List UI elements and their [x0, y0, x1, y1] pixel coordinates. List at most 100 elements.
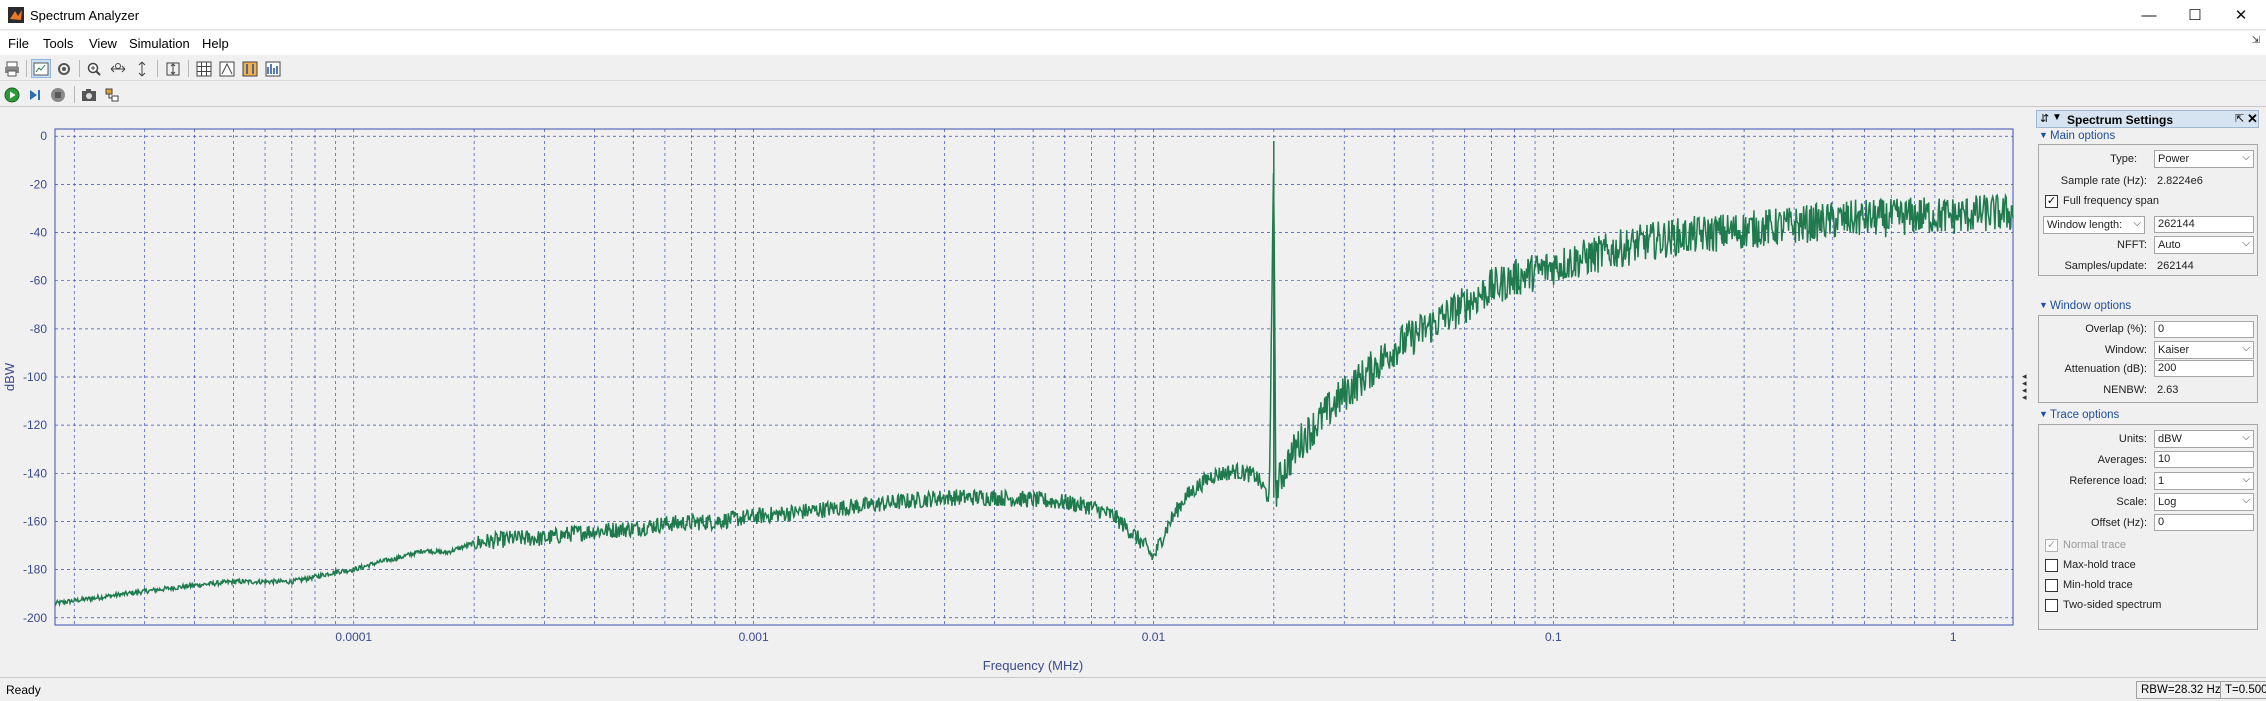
- overlap-input[interactable]: 0: [2154, 321, 2254, 338]
- matlab-icon: [8, 7, 24, 23]
- trace-options-box: Units: dBW ⌵ Averages: 10 Reference load:…: [2038, 424, 2258, 630]
- minhold-trace-label: Min-hold trace: [2063, 579, 2133, 591]
- main-toolbar: [0, 56, 2266, 81]
- grid-icon[interactable]: [194, 59, 214, 78]
- two-sided-checkbox[interactable]: [2045, 599, 2058, 612]
- peak-finder-icon[interactable]: [217, 59, 237, 78]
- panel-close-icon[interactable]: ✕: [2247, 111, 2258, 127]
- cursor-measurements-icon[interactable]: [240, 59, 260, 78]
- offset-label: Offset (Hz):: [2090, 517, 2147, 529]
- y-tick-label: -20: [30, 177, 48, 191]
- main-options-box: Type: Power ⌵ Sample rate (Hz): 2.8224e6 …: [2038, 144, 2258, 276]
- x-tick-labels: 0.0001 0.001 0.01 0.1 1: [335, 630, 1956, 644]
- settings-title: Spectrum Settings: [2067, 113, 2174, 127]
- scale-label: Scale:: [2116, 496, 2147, 508]
- time-readout: T=0.500: [2220, 681, 2266, 699]
- window-options-box: Overlap (%): 0 Window: Kaiser ⌵ Attenuati…: [2038, 315, 2258, 403]
- maximize-button[interactable]: ☐: [2172, 0, 2218, 30]
- window-label: Window:: [2104, 344, 2147, 356]
- window-select[interactable]: Kaiser ⌵: [2154, 341, 2254, 359]
- two-sided-label: Two-sided spectrum: [2063, 599, 2162, 611]
- minimize-button[interactable]: —: [2126, 0, 2172, 30]
- highlight-block-icon[interactable]: [102, 85, 122, 104]
- normal-trace-label: Normal trace: [2063, 539, 2126, 551]
- status-text: Ready: [6, 683, 41, 697]
- snapshot-icon[interactable]: [79, 85, 99, 104]
- chevron-down-icon: ⌵: [2242, 432, 2250, 443]
- title-bar: Spectrum Analyzer — ☐ ✕: [0, 0, 2266, 30]
- attenuation-input[interactable]: 200: [2154, 360, 2254, 377]
- scale-select[interactable]: Log ⌵: [2154, 493, 2254, 511]
- scale-axes-icon[interactable]: [163, 59, 183, 78]
- type-select[interactable]: Power ⌵: [2154, 150, 2254, 168]
- stop-icon[interactable]: [48, 85, 68, 104]
- y-tick-label: -160: [23, 514, 47, 528]
- spectrum-view-icon[interactable]: [31, 59, 51, 78]
- window-length-input[interactable]: 262144: [2154, 216, 2254, 233]
- chevron-down-icon: ⌵: [2133, 218, 2141, 229]
- simulation-toolbar: [0, 82, 2266, 107]
- step-forward-icon[interactable]: [25, 85, 45, 104]
- settings-icon[interactable]: [54, 59, 74, 78]
- samples-value: 262144: [2157, 260, 2194, 272]
- nenbw-value: 2.63: [2157, 384, 2179, 396]
- y-tick-label: -80: [30, 322, 48, 336]
- full-span-label: Full frequency span: [2063, 195, 2159, 207]
- menu-simulation[interactable]: Simulation: [129, 36, 190, 51]
- menu-view[interactable]: View: [89, 36, 117, 51]
- offset-input[interactable]: 0: [2154, 514, 2254, 531]
- menu-tools[interactable]: Tools: [43, 36, 73, 51]
- overlap-label: Overlap (%):: [2085, 323, 2147, 335]
- section-arrow-icon: ▼: [2039, 300, 2048, 310]
- zoom-in-icon[interactable]: [84, 59, 104, 78]
- x-tick-label: 1: [1950, 630, 1957, 644]
- nenbw-label: NENBW:: [2103, 384, 2147, 396]
- maxhold-trace-checkbox[interactable]: [2045, 559, 2058, 572]
- chevron-down-icon: ⌵: [2242, 495, 2250, 506]
- undock-icon[interactable]: ⇱: [2235, 112, 2244, 125]
- y-tick-label: 0: [40, 129, 47, 143]
- x-axis-label: Frequency (MHz): [983, 658, 1083, 673]
- collapse-all-icon[interactable]: ⇵: [2040, 112, 2049, 125]
- attenuation-label: Attenuation (dB):: [2064, 363, 2147, 375]
- zoom-x-icon[interactable]: [108, 59, 128, 78]
- sample-rate-label: Sample rate (Hz):: [2060, 175, 2147, 187]
- y-tick-label: -40: [30, 226, 48, 240]
- maxhold-trace-label: Max-hold trace: [2063, 559, 2136, 571]
- window-length-select[interactable]: Window length: ⌵: [2043, 216, 2145, 234]
- samples-label: Samples/update:: [2064, 260, 2147, 272]
- menu-help[interactable]: Help: [202, 36, 229, 51]
- zoom-y-icon[interactable]: [132, 59, 152, 78]
- reference-load-select[interactable]: 1 ⌵: [2154, 472, 2254, 490]
- rbw-readout: RBW=28.32 Hz: [2136, 681, 2226, 699]
- y-tick-label: -200: [23, 611, 47, 625]
- menu-file[interactable]: File: [8, 36, 29, 51]
- chevron-down-icon: ⌵: [2242, 474, 2250, 485]
- header-arrow-icon[interactable]: ▼: [2052, 112, 2062, 123]
- section-arrow-icon: ▼: [2039, 409, 2048, 419]
- units-select[interactable]: dBW ⌵: [2154, 430, 2254, 448]
- run-icon[interactable]: [2, 85, 22, 104]
- spectrum-settings-panel: ⇵ ▼ Spectrum Settings ⇱ ✕ ▼ Main options…: [2032, 108, 2266, 676]
- type-label: Type:: [2110, 153, 2137, 165]
- chevron-down-icon: ⌵: [2242, 238, 2250, 249]
- minhold-trace-checkbox[interactable]: [2045, 579, 2058, 592]
- averages-input[interactable]: 10: [2154, 451, 2254, 468]
- units-label: Units:: [2118, 433, 2147, 445]
- spectrum-plot[interactable]: 0.0001 0.001 0.01 0.1 1 0 -20 -40 -60 -80 -100 -12…: [0, 108, 2030, 676]
- chevron-down-icon: ⌵: [2242, 343, 2250, 354]
- close-button[interactable]: ✕: [2218, 0, 2264, 30]
- x-tick-label: 0.01: [1142, 630, 1166, 644]
- full-span-checkbox[interactable]: ✓: [2045, 195, 2058, 208]
- y-tick-labels: 0 -20 -40 -60 -80 -100 -120 -140 -160 -180 -200: [23, 129, 47, 625]
- nfft-select[interactable]: Auto ⌵: [2154, 236, 2254, 254]
- normal-trace-checkbox: ✓: [2045, 539, 2058, 552]
- dock-icon[interactable]: ⇲: [2252, 35, 2260, 46]
- y-tick-label: -120: [23, 418, 47, 432]
- x-tick-label: 0.001: [739, 630, 769, 644]
- averages-label: Averages:: [2097, 454, 2147, 466]
- channel-measurements-icon[interactable]: [263, 59, 283, 78]
- collapse-arrows-icon[interactable]: ◂ ◂ ◂ ◂: [2022, 372, 2027, 402]
- chevron-down-icon: ⌵: [2242, 152, 2250, 163]
- print-icon[interactable]: [2, 59, 22, 78]
